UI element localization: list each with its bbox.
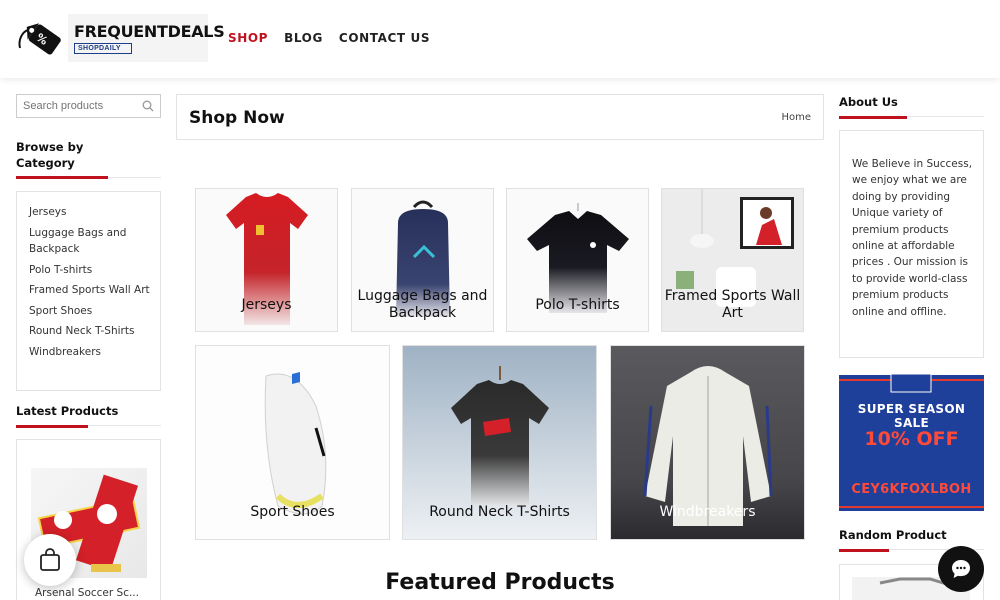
main-nav: SHOP BLOG CONTACT US [228, 31, 430, 45]
category-round-neck[interactable]: Round Neck T-Shirts [29, 323, 160, 340]
chat-button[interactable] [938, 546, 984, 592]
tile-label-windbreakers: Windbreakers [659, 504, 756, 520]
chat-bubble-icon [952, 560, 970, 578]
search-icon[interactable] [142, 100, 154, 112]
nav-shop[interactable]: SHOP [228, 31, 268, 45]
category-jerseys[interactable]: Jerseys [29, 204, 160, 221]
tile-label-polo: Polo T-shirts [535, 297, 620, 313]
title-underline [839, 549, 889, 552]
title-underline [839, 116, 907, 119]
tile-label-luggage: Luggage Bags and Backpack [357, 288, 488, 321]
browse-category-title: Browse by Category [16, 139, 161, 178]
tile-label-jerseys: Jerseys [241, 297, 292, 313]
shop-header-box: Shop Now Home [176, 94, 824, 140]
category-luggage[interactable]: Luggage Bags and Backpack [29, 225, 160, 258]
page-title: Shop Now [189, 108, 285, 128]
search-input[interactable] [17, 100, 135, 112]
about-us-text: We Believe in Success, we enjoy what we … [839, 130, 984, 358]
category-framed-art[interactable]: Framed Sports Wall Art [29, 282, 160, 299]
nav-contact-us[interactable]: CONTACT US [339, 31, 430, 45]
about-us-title: About Us [839, 94, 984, 117]
category-sport-shoes[interactable]: Sport Shoes [29, 303, 160, 320]
tile-jerseys[interactable]: Jerseys [195, 188, 338, 332]
latest-product-name[interactable]: Arsenal Soccer Sc... [35, 587, 139, 599]
promo-banner[interactable]: SUPER SEASON SALE 10% OFF CEY6KFOXLBOH [839, 370, 984, 516]
floating-cart-button[interactable] [24, 534, 76, 586]
nav-blog[interactable]: BLOG [284, 31, 323, 45]
featured-products-heading: Featured Products [385, 570, 615, 595]
logo-subtitle: SHOPDAILY [74, 42, 132, 54]
breadcrumb-home[interactable]: Home [781, 112, 811, 123]
logo-title: FREQUENTDEALS [74, 21, 225, 41]
tile-label-sport-shoes: Sport Shoes [250, 504, 335, 520]
tile-label-framed-art: Framed Sports Wall Art [664, 288, 801, 321]
tile-label-round-neck: Round Neck T-Shirts [429, 504, 570, 520]
category-windbreakers[interactable]: Windbreakers [29, 344, 160, 361]
site-logo[interactable]: % FREQUENTDEALS SHOPDAILY [14, 14, 225, 62]
shopping-bag-icon [40, 548, 60, 571]
promo-headline: SUPER SEASON SALE [857, 402, 966, 430]
tile-framed-art[interactable]: Framed Sports Wall Art [661, 188, 804, 332]
site-header: % FREQUENTDEALS SHOPDAILY SHOP BLOG CONT… [0, 0, 1000, 78]
tile-luggage[interactable]: Luggage Bags and Backpack [351, 188, 494, 332]
logo-text-block: FREQUENTDEALS SHOPDAILY [74, 21, 225, 54]
promo-discount: 10% OFF [864, 428, 959, 450]
title-underline [16, 425, 88, 428]
category-polo[interactable]: Polo T-shirts [29, 262, 160, 279]
product-search [16, 94, 161, 118]
tile-polo[interactable]: Polo T-shirts [506, 188, 649, 332]
price-tag-logo-icon: % [14, 14, 68, 62]
tile-round-neck[interactable]: Round Neck T-Shirts [402, 345, 597, 540]
latest-products-title: Latest Products [16, 403, 161, 426]
tile-windbreakers[interactable]: Windbreakers [610, 345, 805, 540]
random-product-title: Random Product [839, 527, 984, 550]
category-list: Jerseys Luggage Bags and Backpack Polo T… [16, 191, 161, 391]
title-underline [16, 176, 108, 179]
promo-code: CEY6KFOXLBOH [851, 482, 972, 497]
tile-sport-shoes[interactable]: Sport Shoes [195, 345, 390, 540]
